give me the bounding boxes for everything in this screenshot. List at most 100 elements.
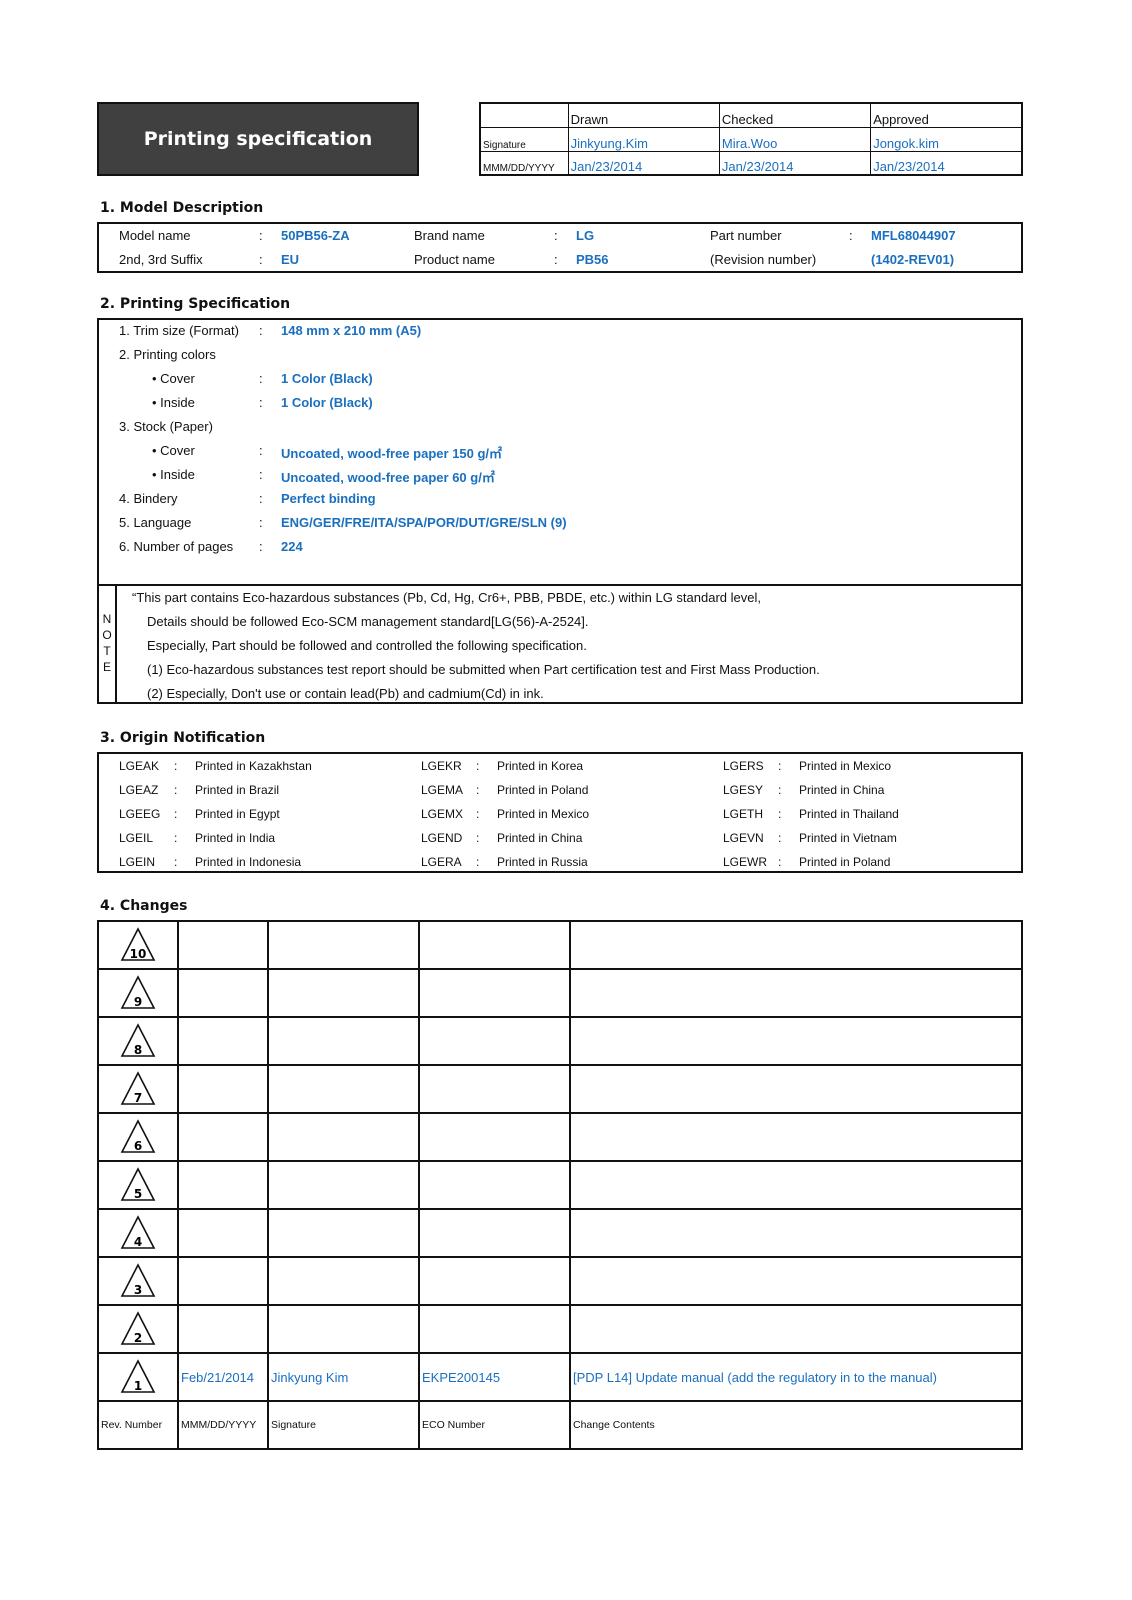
colon: : [174, 807, 178, 821]
origin-entry: LGEAK: Printed in Kazakhstan [119, 759, 409, 777]
colon: : [259, 515, 263, 530]
change-eco-number [418, 1208, 571, 1258]
signature-checked: Mira.Woo [718, 126, 872, 152]
origin-code: LGEAZ [119, 783, 159, 797]
model-description-box: Model name : 50PB56-ZA Brand name : LG P… [97, 222, 1023, 273]
spec-value: Uncoated, wood-free paper 60 g/㎡ [281, 470, 495, 485]
colon: : [778, 855, 782, 869]
colon: : [554, 252, 558, 267]
origin-text: Printed in Kazakhstan [195, 759, 312, 773]
colon: : [476, 783, 480, 797]
note-line: (2) Especially, Don't use or contain lea… [147, 686, 544, 701]
change-signature [267, 1256, 420, 1306]
change-date: Feb/21/2014 [177, 1352, 269, 1402]
change-signature [267, 1064, 420, 1114]
product-name-label: Product name [414, 252, 495, 267]
rev-number-cell: 9 [97, 968, 179, 1018]
signature-approved: Jongok.kim [870, 126, 1023, 152]
origin-entry: LGEMX: Printed in Mexico [421, 807, 711, 825]
rev-number-cell: 6 [97, 1112, 179, 1162]
revision-triangle-icon: 6 [120, 1119, 156, 1153]
origin-code: LGERS [723, 759, 764, 773]
spec-row-colors-inside: • Inside : 1 Color (Black) [99, 392, 1021, 416]
change-signature: Jinkyung Kim [267, 1352, 420, 1402]
change-signature [267, 1112, 420, 1162]
change-signature [267, 1304, 420, 1354]
origin-box: LGEAK: Printed in Kazakhstan LGEAZ: Printed… [97, 752, 1023, 873]
revision-triangle-icon: 8 [120, 1023, 156, 1057]
document-title-box: Printing specification [97, 102, 419, 176]
note-letter: N [102, 612, 112, 626]
colon: : [778, 783, 782, 797]
change-signature [267, 1160, 420, 1210]
rev-number-cell: 2 [97, 1304, 179, 1354]
spec-value: Uncoated, wood-free paper 150 g/㎡ [281, 446, 503, 461]
brand-name-label: Brand name [414, 228, 485, 243]
part-number-value: MFL68044907 [871, 228, 956, 243]
revision-number: 3 [134, 1283, 142, 1297]
spec-row-printing-colors: 2. Printing colors [99, 344, 1021, 368]
date-drawn: Jan/23/2014 [567, 150, 720, 176]
colon: : [259, 252, 263, 267]
note-letter: E [102, 660, 111, 674]
spec-label: 6. Number of pages [119, 539, 234, 554]
revision-triangle-icon: 7 [120, 1071, 156, 1105]
revision-number: 7 [134, 1091, 142, 1105]
spec-label: • Inside [152, 395, 195, 410]
colon: : [259, 395, 263, 410]
date-approved: Jan/23/2014 [870, 150, 1023, 176]
change-contents [569, 1160, 1023, 1210]
revision-number: 10 [130, 947, 147, 961]
origin-text: Printed in Thailand [799, 807, 899, 821]
origin-entry: LGEAZ: Printed in Brazil [119, 783, 409, 801]
note-line: (1) Eco-hazardous substances test report… [147, 662, 820, 677]
origin-entry: LGEVN: Printed in Vietnam [723, 831, 1013, 849]
origin-code: LGEVN [723, 831, 764, 845]
rev-number-cell: 10 [97, 920, 179, 970]
change-row: 3 [97, 1256, 1023, 1306]
footer-rev-number: Rev. Number [97, 1400, 179, 1450]
origin-code: LGEIL [119, 831, 154, 845]
spec-value: ENG/GER/FRE/ITA/SPA/POR/DUT/GRE/SLN (9) [281, 515, 567, 530]
origin-code: LGEEG [119, 807, 161, 821]
section-title-printing-spec: 2. Printing Specification [100, 296, 291, 312]
colon: : [259, 467, 263, 482]
origin-text: Printed in Mexico [497, 807, 590, 821]
model-name-label: Model name [119, 228, 191, 243]
note-letter: T [103, 644, 111, 658]
document-title: Printing specification [143, 128, 373, 150]
origin-code: LGETH [723, 807, 764, 821]
change-eco-number [418, 968, 571, 1018]
section-title-origin: 3. Origin Notification [100, 730, 266, 746]
footer-signature: Signature [267, 1400, 420, 1450]
revision-triangle-icon: 2 [120, 1311, 156, 1345]
approval-col-approved: Approved [870, 102, 1023, 128]
revision-triangle-icon: 4 [120, 1215, 156, 1249]
spec-label: 2. Printing colors [119, 347, 216, 362]
spec-row-bindery: 4. Bindery : Perfect binding [99, 488, 1021, 512]
change-signature [267, 968, 420, 1018]
approval-signature-row: Signature Jinkyung.Kim Mira.Woo Jongok.k… [479, 126, 1023, 152]
change-date [177, 1256, 269, 1306]
origin-code: LGESY [723, 783, 764, 797]
revision-triangle-icon: 5 [120, 1167, 156, 1201]
suffix-value: EU [281, 252, 300, 267]
colon: : [259, 323, 263, 338]
footer-eco-number: ECO Number [418, 1400, 571, 1450]
rev-number-cell: 5 [97, 1160, 179, 1210]
colon: : [476, 759, 480, 773]
change-row: 5 [97, 1160, 1023, 1210]
origin-code: LGEWR [723, 855, 768, 869]
spec-row-stock: 3. Stock (Paper) [99, 416, 1021, 440]
approval-date-row: MMM/DD/YYYY Jan/23/2014 Jan/23/2014 Jan/… [479, 150, 1023, 176]
revision-number: 4 [134, 1235, 142, 1249]
colon: : [174, 759, 178, 773]
date-label: MMM/DD/YYYY [479, 150, 569, 176]
change-contents [569, 1256, 1023, 1306]
origin-text: Printed in China [799, 783, 885, 797]
origin-text: Printed in Brazil [195, 783, 280, 797]
colon: : [259, 228, 263, 243]
change-row: 10 [97, 920, 1023, 970]
origin-code: LGEMA [421, 783, 464, 797]
section-title-changes: 4. Changes [100, 898, 188, 914]
